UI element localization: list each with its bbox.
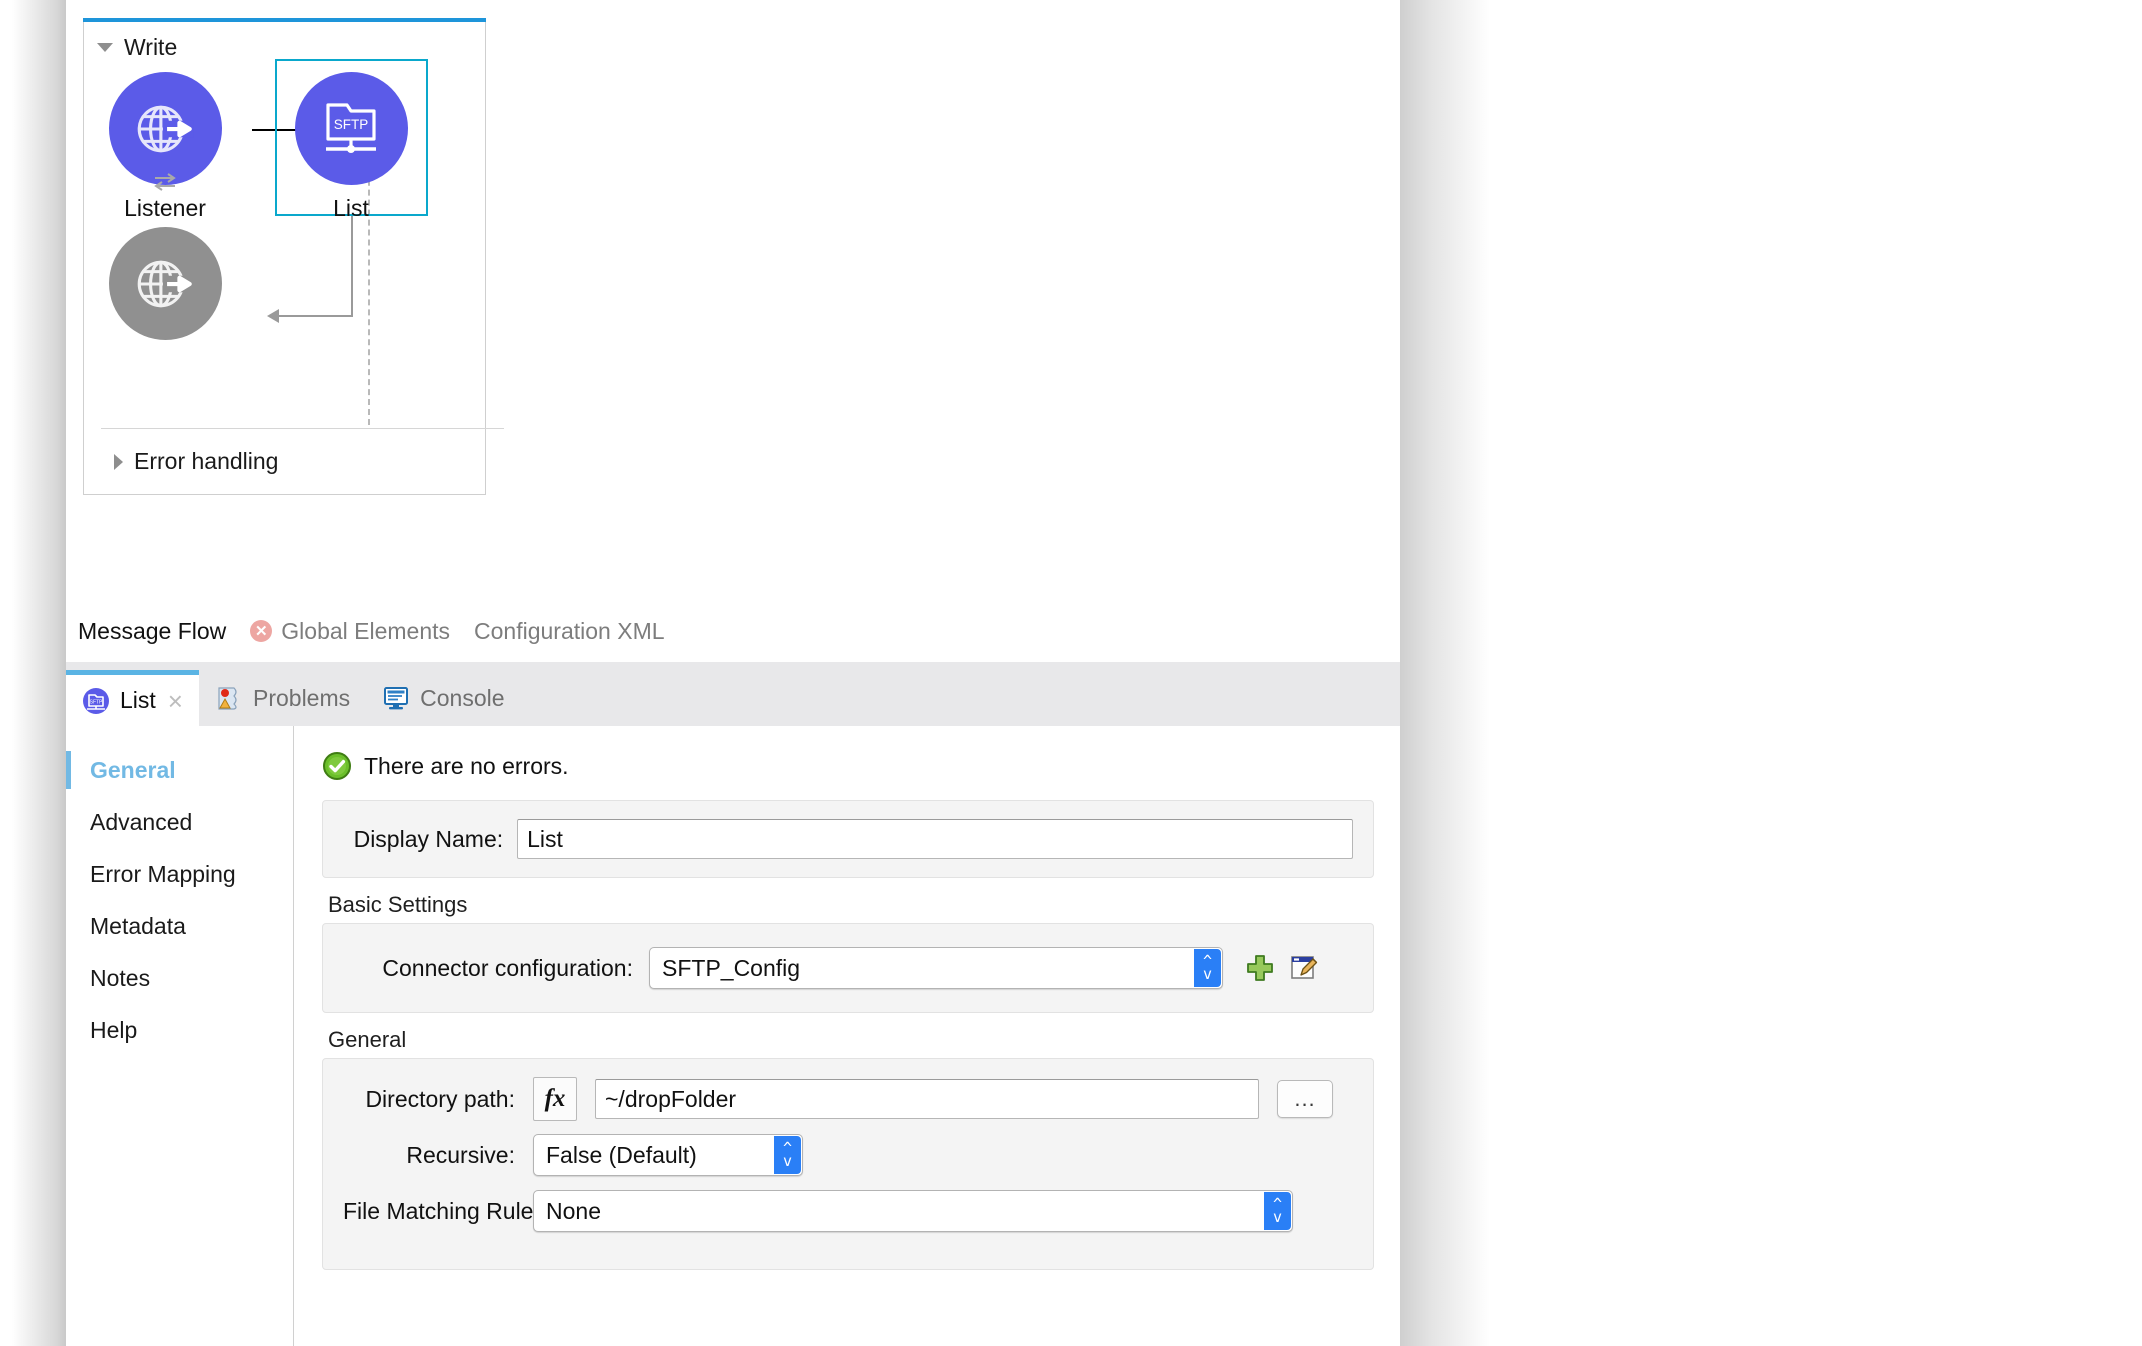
recursive-value: False (Default) [546,1142,697,1169]
flow-node-error-response[interactable] [90,227,240,340]
nav-item-label: Error Mapping [90,861,236,888]
error-handling-label: Error handling [134,448,278,475]
tab-problems[interactable]: Problems [199,670,366,726]
return-path-arrow-head [267,309,279,323]
directory-path-expression-button[interactable]: fx [533,1077,577,1121]
directory-path-label: Directory path: [343,1086,515,1113]
recursive-label: Recursive: [343,1142,515,1169]
canvas-tab-global-elements[interactable]: ✕ Global Elements [238,618,462,645]
nav-item-label: General [90,757,176,784]
display-name-input[interactable]: List [517,819,1353,859]
globe-arrow-icon [132,251,198,317]
connector-configuration-value: SFTP_Config [662,955,800,982]
nav-item-advanced[interactable]: Advanced [66,796,293,848]
connector-configuration-select[interactable]: SFTP_Config ^v [649,947,1223,989]
page-left-shadow [0,0,66,1346]
canvas-tab-label: Global Elements [281,618,450,645]
console-icon [382,684,410,712]
edit-pencil-icon [1289,953,1319,983]
nav-item-label: Notes [90,965,150,992]
green-plus-icon [1245,953,1275,983]
list-node-circle[interactable]: SFTP [295,72,408,185]
recursive-row: Recursive: False (Default) ^v [343,1127,1353,1183]
nav-item-help[interactable]: Help [66,1004,293,1056]
nav-item-metadata[interactable]: Metadata [66,900,293,952]
chevron-updown-icon[interactable]: ^v [774,1136,801,1174]
tab-problems-label: Problems [253,685,350,712]
tab-list[interactable]: SFTP List × [66,670,199,726]
error-x-icon: ✕ [250,620,272,642]
listener-node-circle[interactable] [109,72,222,185]
triangle-down-icon[interactable] [97,43,113,52]
connector-configuration-row: Connector configuration: SFTP_Config ^v [343,940,1353,996]
basic-settings-group: Connector configuration: SFTP_Config ^v [322,923,1374,1013]
flow-container[interactable]: Write [83,22,486,495]
nav-item-general[interactable]: General [66,744,293,796]
file-matching-rules-label: File Matching Rules [343,1198,515,1225]
flow-node-listener[interactable]: Listener [90,72,240,223]
basic-settings-label: Basic Settings [328,892,1374,918]
edit-configuration-button[interactable] [1289,953,1319,983]
return-path-vertical [351,216,353,317]
general-group-label: General [328,1027,1374,1053]
properties-panel: SFTP List × Problems [66,662,1400,1346]
listener-node-label: Listener [90,195,240,223]
return-path-horizontal [279,315,353,317]
tab-console[interactable]: Console [366,670,520,726]
general-group: Directory path: fx ~/dropFolder ... Recu… [322,1058,1374,1270]
screenshot-root: Write [0,0,2142,1346]
exchange-badge [148,169,182,195]
triangle-right-icon[interactable] [114,454,123,470]
nav-item-label: Metadata [90,913,186,940]
directory-path-input[interactable]: ~/dropFolder [595,1079,1259,1119]
properties-nav[interactable]: General Advanced Error Mapping Metadata … [66,726,294,1346]
canvas-tab-label: Configuration XML [474,618,665,645]
error-response-node-circle[interactable] [109,227,222,340]
canvas-tab-configuration-xml[interactable]: Configuration XML [462,618,677,645]
canvas-view-tabs[interactable]: Message Flow ✕ Global Elements Configura… [66,600,1400,662]
connector-configuration-label: Connector configuration: [343,955,633,982]
nav-item-notes[interactable]: Notes [66,952,293,1004]
flow-header[interactable]: Write [97,36,177,59]
nav-item-label: Advanced [90,809,192,836]
flow-canvas[interactable]: Write [66,0,1400,662]
properties-body: General Advanced Error Mapping Metadata … [66,726,1400,1346]
canvas-tab-message-flow[interactable]: Message Flow [66,618,238,645]
display-name-label: Display Name: [343,826,503,853]
globe-arrow-icon [132,96,198,162]
chevron-updown-icon[interactable]: ^v [1194,949,1221,987]
properties-form: There are no errors. Display Name: List … [294,726,1400,1346]
green-check-icon [322,751,352,781]
error-handling-section[interactable]: Error handling [101,428,504,494]
nav-item-label: Help [90,1017,137,1044]
status-row: There are no errors. [322,744,1374,788]
status-text: There are no errors. [364,753,569,780]
tab-list-label: List [120,687,156,714]
file-matching-rules-row: File Matching Rules None ^v [343,1183,1353,1239]
tab-console-label: Console [420,685,504,712]
display-name-group: Display Name: List [322,800,1374,878]
chevron-updown-icon[interactable]: ^v [1264,1192,1291,1230]
editor-window: Write [66,0,1400,1346]
directory-path-browse-button[interactable]: ... [1277,1080,1333,1118]
sftp-node-icon: SFTP [82,687,110,715]
page-right-shadow [1400,0,1490,1346]
exchange-icon [151,171,179,193]
add-configuration-button[interactable] [1245,953,1275,983]
problems-icon [215,684,243,712]
recursive-select[interactable]: False (Default) ^v [533,1134,803,1176]
canvas-tab-label: Message Flow [78,618,226,645]
sftp-folder-icon: SFTP [320,99,382,159]
flow-node-list[interactable]: SFTP List [276,72,426,223]
flow-title: Write [124,36,177,59]
file-matching-rules-value: None [546,1198,601,1225]
properties-tabstrip[interactable]: SFTP List × Problems [66,670,1400,726]
nav-item-error-mapping[interactable]: Error Mapping [66,848,293,900]
svg-text:SFTP: SFTP [334,117,369,132]
display-name-row: Display Name: List [343,811,1353,867]
directory-path-row: Directory path: fx ~/dropFolder ... [343,1071,1353,1127]
file-matching-rules-select[interactable]: None ^v [533,1190,1293,1232]
close-icon[interactable]: × [168,688,183,714]
svg-text:SFTP: SFTP [90,699,103,705]
